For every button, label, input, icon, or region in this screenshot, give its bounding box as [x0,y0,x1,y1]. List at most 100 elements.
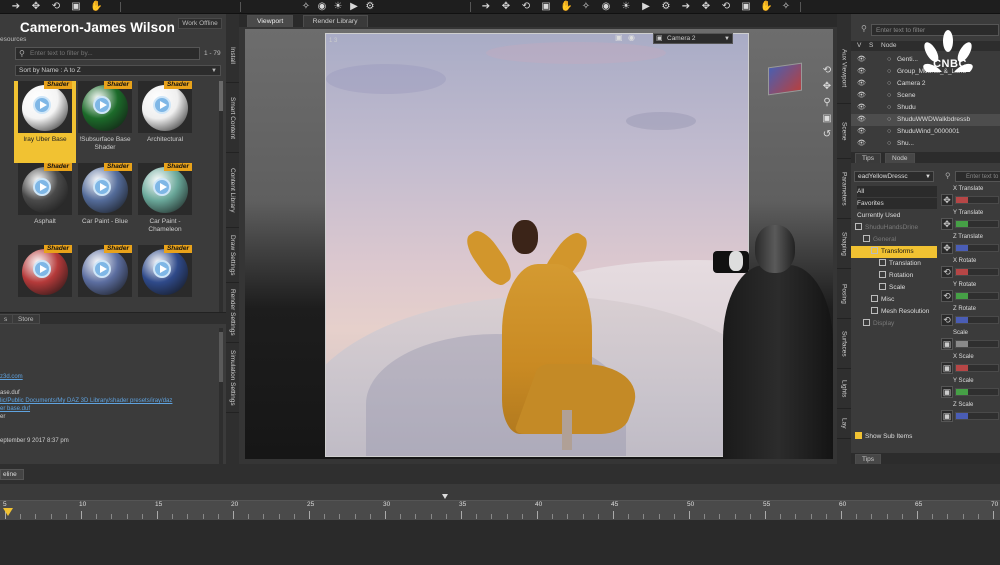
select-icon[interactable]: ➔ [480,1,492,12]
tab-tips[interactable]: Tips [855,153,882,163]
sort-dropdown[interactable]: Sort by Name : A to Z ▼ [15,65,221,76]
vtab-posing[interactable]: Posing [837,269,851,319]
parameter-slider[interactable]: Scale ▣ [939,330,1000,354]
timeline-marker-icon[interactable] [442,494,448,499]
scene-node[interactable]: 👁 ○ Shudu [851,102,1000,114]
hand-icon[interactable]: ✋ [760,1,772,12]
pan-icon[interactable]: ✧ [300,1,312,12]
camera-selector[interactable]: ▣ Camera 2 ▼ [653,33,733,44]
eye-icon[interactable]: 👁 [857,102,866,114]
shader-tile[interactable]: Shader Asphalt [14,163,76,245]
vtab-shaping[interactable]: Shaping [837,219,851,269]
scrollbar-thumb[interactable] [219,81,223,111]
parameter-slider[interactable]: X Scale ▣ [939,354,1000,378]
info-scrollbar[interactable] [219,328,223,468]
viewport-3d[interactable]: 1 3 ▣ ◉ ▣ Camera 2 ▼ ⟲ ✥ ⚲ ▣ ↺ [245,29,833,459]
vtab-surfaces[interactable]: Surfaces [837,319,851,369]
eye-icon[interactable]: 👁 [857,126,866,138]
hand-icon[interactable]: ✋ [90,1,102,12]
eye-icon[interactable]: 👁 [857,90,866,102]
scale-icon[interactable]: ▣ [70,1,82,12]
shader-tile[interactable]: Shader !Subsurface Base Shader [74,81,136,163]
parameter-slider[interactable]: Y Translate ✥ [939,210,1000,234]
render-icon[interactable]: ▶ [348,1,360,12]
slider-track[interactable] [955,316,999,324]
zoom-icon[interactable]: ⚲ [821,97,833,109]
info-link[interactable]: lic/Public Documents/My DAZ 3D Library/s… [0,398,172,405]
parameter-slider[interactable]: Z Translate ✥ [939,234,1000,258]
scene-node[interactable]: 👁 ○ ShuduWind_0000001 [851,126,1000,138]
tab-timeline[interactable]: eline [0,469,24,480]
work-offline-button[interactable]: Work Offline [178,18,222,29]
slider-track[interactable] [955,292,999,300]
timeline-ruler[interactable]: 5 10 15 20 25 30 35 40 45 50 55 60 65 70 [0,500,1000,520]
frame-icon[interactable]: ▣ [821,113,833,125]
parameter-tree-item[interactable]: Translation [851,258,937,270]
tab-viewport[interactable]: Viewport [247,15,294,27]
hand-icon[interactable]: ✋ [560,1,572,12]
vtab-content-library[interactable]: Content Library [226,153,239,228]
camera-icon[interactable]: ◉ [600,1,612,12]
slider-track[interactable] [955,364,999,372]
parameter-slider[interactable]: X Rotate ⟲ [939,258,1000,282]
vtab-scene[interactable]: Scene [837,104,851,159]
vtab-aux-viewport[interactable]: Aux Viewport [837,34,851,104]
slider-track[interactable] [955,412,999,420]
parameter-tree-item[interactable]: Rotation [851,270,937,282]
parameter-tree-item[interactable]: Display [851,318,937,330]
eye-icon[interactable]: 👁 [857,138,866,150]
orbit-icon[interactable]: ⟲ [821,65,833,77]
vtab-render-settings[interactable]: Render Settings [226,283,239,343]
reset-view-icon[interactable]: ↺ [821,129,833,141]
filter-box[interactable]: ⚲ [15,47,200,60]
select-icon[interactable]: ➔ [10,1,22,12]
scrollbar-thumb[interactable] [219,332,223,382]
slider-track[interactable] [955,220,999,228]
tab-tips[interactable]: Tips [855,454,882,464]
tab-store[interactable]: Store [12,314,40,324]
select-icon[interactable]: ➔ [680,1,692,12]
parameter-tree-item[interactable]: ShuduHandsDrine [851,222,937,234]
rotate-icon[interactable]: ⟲ [520,1,532,12]
slider-track[interactable] [955,244,999,252]
pan-icon[interactable]: ✧ [780,1,792,12]
filter-input[interactable] [30,48,198,59]
parameter-tree-item[interactable]: Misc [851,294,937,306]
pan-icon[interactable]: ✧ [580,1,592,12]
tab-node[interactable]: Node [885,153,915,163]
parameter-group[interactable]: Favorites [857,198,937,209]
aux-view-icon[interactable]: ▣ [615,33,625,43]
vtab-lay[interactable]: Lay [837,409,851,439]
move-icon[interactable]: ✥ [30,1,42,12]
parameter-slider[interactable]: X Translate ✥ [939,186,1000,210]
settings-icon[interactable]: ⚙ [364,1,376,12]
parameter-group[interactable]: Currently Used [857,210,937,221]
slider-track[interactable] [955,388,999,396]
light-icon[interactable]: ☀ [620,1,632,12]
info-link[interactable]: z3d.com [0,374,23,381]
pan-icon[interactable]: ✥ [821,81,833,93]
shader-tile[interactable]: Shader Car Paint - Blue [74,163,136,245]
camera-icon[interactable]: ◉ [316,1,328,12]
eye-icon[interactable]: 👁 [857,114,866,126]
vtab-smart-content[interactable]: Smart Content [226,83,239,153]
eye-icon[interactable]: 👁 [857,66,866,78]
render-icon[interactable]: ▶ [640,1,652,12]
shader-tile[interactable]: Shader Car Paint - Chameleon [134,163,196,245]
scene-node[interactable]: 👁 ○ Shu... [851,138,1000,150]
vtab-parameters[interactable]: Parameters [837,159,851,219]
slider-track[interactable] [955,340,999,348]
parameter-slider[interactable]: Y Scale ▣ [939,378,1000,402]
light-icon[interactable]: ☀ [332,1,344,12]
vtab-simulation-settings[interactable]: Simulation Settings [226,343,239,413]
playhead-icon[interactable] [3,508,13,516]
tab-render-library[interactable]: Render Library [302,15,368,27]
move-icon[interactable]: ✥ [500,1,512,12]
info-link[interactable]: er base.duf [0,406,30,413]
parameter-slider[interactable]: Z Scale ▣ [939,402,1000,426]
rotate-icon[interactable]: ⟲ [50,1,62,12]
parameter-slider[interactable]: Y Rotate ⟲ [939,282,1000,306]
parameter-tree-item[interactable]: Mesh Resolution [851,306,937,318]
shader-tile[interactable]: Shader Iray Uber Base [14,81,76,163]
node-selector[interactable]: eadYellowDressc ▼ [854,171,934,182]
